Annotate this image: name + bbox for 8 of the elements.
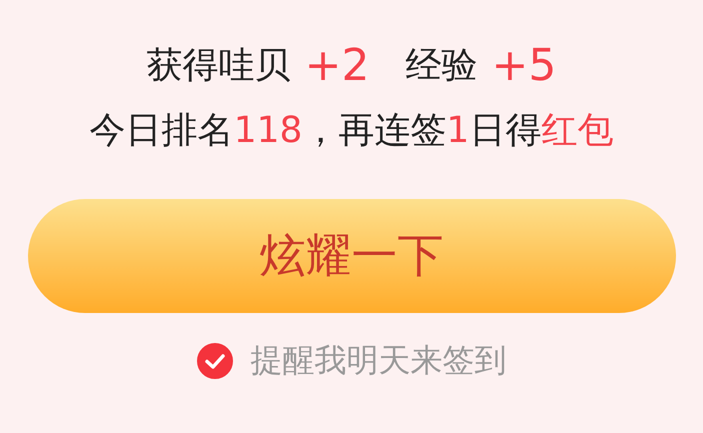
reward-value: +5 (492, 40, 556, 90)
show-off-button[interactable]: 炫耀一下 (28, 199, 676, 313)
checkbox[interactable] (196, 343, 232, 379)
reminder-label: 提醒我明天来签到 (250, 340, 506, 381)
reward-value: +2 (304, 40, 370, 90)
rank-message: 今日排名 118，再连签1 日得红包 (90, 109, 614, 153)
reward-label: 经验 (406, 44, 478, 88)
reward-label: 获得哇贝 (146, 44, 291, 88)
